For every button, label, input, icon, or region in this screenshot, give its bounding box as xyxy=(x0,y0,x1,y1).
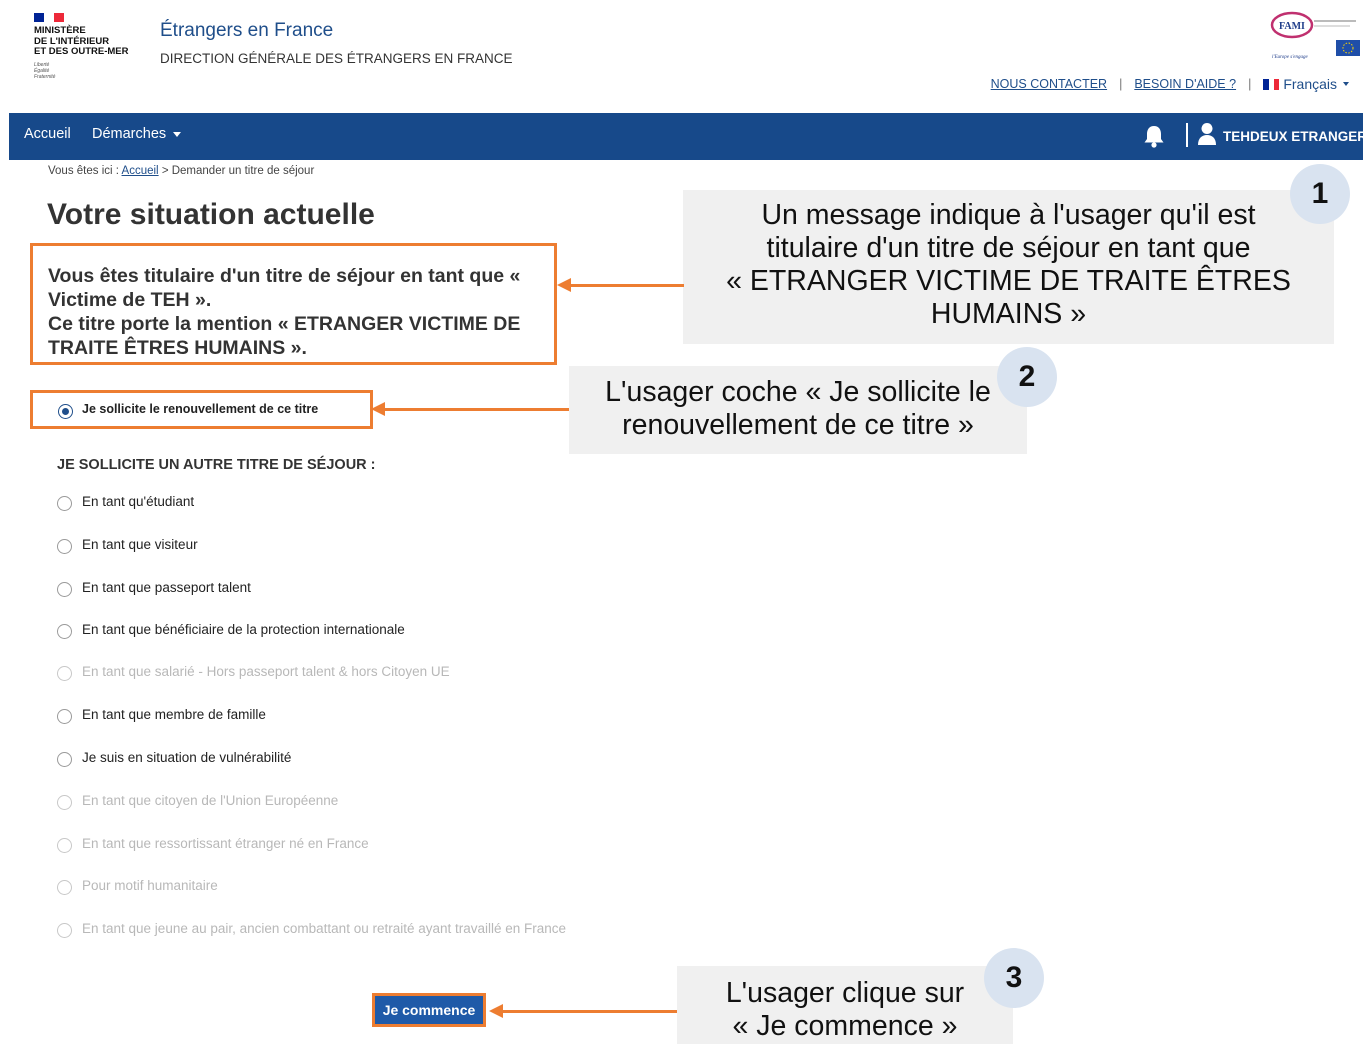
ministry-line: MINISTÈRE xyxy=(34,25,86,36)
motto-line: Fraternité xyxy=(34,74,56,80)
breadcrumb: Vous êtes ici : Accueil > Demander un ti… xyxy=(48,165,314,177)
callout-line: L'usager clique sur xyxy=(725,977,965,1009)
arrow-head-icon xyxy=(371,402,385,416)
step-badge: 2 xyxy=(997,347,1057,407)
arrow-head-icon xyxy=(489,1004,503,1018)
arrow-head-icon xyxy=(557,278,571,292)
breadcrumb-prefix: Vous êtes ici : xyxy=(48,165,119,177)
bell-icon[interactable] xyxy=(1141,123,1167,149)
language-selector[interactable]: Français xyxy=(1263,76,1349,92)
message-line: Victime de TEH ». xyxy=(48,289,212,311)
step-badge: 1 xyxy=(1290,164,1350,224)
annotation-callout: L'usager clique sur « Je commence » xyxy=(677,966,1013,1044)
option-radio[interactable] xyxy=(57,709,72,724)
breadcrumb-separator: > xyxy=(161,165,169,177)
top-links: NOUS CONTACTER | BESOIN D'AIDE ? | Franç… xyxy=(991,76,1349,92)
user-account-menu[interactable]: TEHDEUX ETRANGER xyxy=(1223,129,1363,144)
option-radio xyxy=(57,923,72,938)
option-radio[interactable] xyxy=(57,752,72,767)
user-icon xyxy=(1198,123,1216,145)
annotation-callout: Un message indique à l'usager qu'il est … xyxy=(683,190,1334,344)
option-label: En tant que jeune au pair, ancien combat… xyxy=(82,921,567,936)
option-radio[interactable] xyxy=(57,624,72,639)
french-flag-icon xyxy=(34,13,64,22)
callout-line: HUMAINS » xyxy=(930,298,1087,330)
site-title[interactable]: Étrangers en France xyxy=(160,20,333,42)
option-label[interactable]: En tant que passeport talent xyxy=(82,580,251,595)
option-radio[interactable] xyxy=(57,496,72,511)
callout-line: « ETRANGER VICTIME DE TRAITE ÊTRES xyxy=(726,265,1291,297)
fami-logo-text: FAMI xyxy=(1279,21,1305,32)
message-line: TRAITE ÊTRES HUMAINS ». xyxy=(48,337,307,359)
caret-down-icon xyxy=(173,131,182,137)
main-navbar: Accueil Démarches TEHDEUX ETRANGER xyxy=(9,113,1363,160)
arrow-line xyxy=(502,1010,677,1013)
nav-procedures-label: Démarches xyxy=(92,126,167,142)
option-radio xyxy=(57,880,72,895)
nav-divider xyxy=(1186,123,1188,147)
separator: | xyxy=(1248,77,1252,91)
nav-procedures-menu[interactable]: Démarches xyxy=(92,126,182,142)
site-subtitle: DIRECTION GÉNÉRALE DES ÉTRANGERS EN FRAN… xyxy=(160,51,513,66)
nav-home[interactable]: Accueil xyxy=(24,126,71,142)
help-link[interactable]: BESOIN D'AIDE ? xyxy=(1134,77,1236,91)
option-label: En tant que salarié - Hors passeport tal… xyxy=(82,664,450,679)
separator: | xyxy=(1119,77,1123,91)
option-radio[interactable] xyxy=(57,539,72,554)
step-badge: 3 xyxy=(984,948,1044,1008)
option-label[interactable]: En tant que bénéficiaire de la protectio… xyxy=(82,622,405,637)
option-radio xyxy=(57,795,72,810)
page-title: Votre situation actuelle xyxy=(47,198,375,231)
contact-link[interactable]: NOUS CONTACTER xyxy=(991,77,1107,91)
ministry-logo[interactable]: MINISTÈRE DE L'INTÉRIEUR ET DES OUTRE-ME… xyxy=(34,25,129,58)
callout-line: « Je commence » xyxy=(732,1010,958,1042)
renewal-radio[interactable] xyxy=(58,404,73,419)
message-line: Ce titre porte la mention « ETRANGER VIC… xyxy=(48,313,521,335)
message-line: Vous êtes titulaire d'un titre de séjour… xyxy=(48,265,521,287)
arrow-line xyxy=(570,284,684,287)
option-radio xyxy=(57,838,72,853)
status-message: Vous êtes titulaire d'un titre de séjour… xyxy=(48,264,553,360)
breadcrumb-current: Demander un titre de séjour xyxy=(171,165,315,177)
option-label: Pour motif humanitaire xyxy=(82,878,218,893)
arrow-line xyxy=(384,408,569,411)
callout-line: Un message indique à l'usager qu'il est xyxy=(761,199,1256,231)
language-label: Français xyxy=(1283,76,1337,92)
option-radio xyxy=(57,666,72,681)
renewal-option-label[interactable]: Je sollicite le renouvellement de ce tit… xyxy=(82,402,318,416)
callout-line: renouvellement de ce titre » xyxy=(622,409,974,441)
option-label[interactable]: En tant qu'étudiant xyxy=(82,494,194,509)
callout-line: titulaire d'un titre de séjour en tant q… xyxy=(766,232,1251,264)
option-radio[interactable] xyxy=(57,582,72,597)
callout-line: L'usager coche « Je sollicite le xyxy=(605,376,991,408)
option-label[interactable]: En tant que visiteur xyxy=(82,537,198,552)
other-permit-section-title: JE SOLLICITE UN AUTRE TITRE DE SÉJOUR : xyxy=(57,457,376,473)
french-flag-icon xyxy=(1263,78,1280,90)
option-label[interactable]: En tant que membre de famille xyxy=(82,707,266,722)
ministry-line: ET DES OUTRE-MER xyxy=(34,46,129,57)
breadcrumb-home-link[interactable]: Accueil xyxy=(122,165,159,177)
annotation-callout: L'usager coche « Je sollicite le renouve… xyxy=(569,366,1027,454)
option-label: En tant que ressortissant étranger né en… xyxy=(82,836,369,851)
fami-eu-logo: FAMI l'Europe s'engage xyxy=(1270,11,1360,60)
republic-motto: Liberté Égalité Fraternité xyxy=(34,62,55,80)
option-label: En tant que citoyen de l'Union Européenn… xyxy=(82,793,339,808)
start-button[interactable]: Je commence xyxy=(372,993,486,1027)
fami-tagline: l'Europe s'engage xyxy=(1272,55,1308,60)
chevron-down-icon xyxy=(1343,82,1349,86)
option-label[interactable]: Je suis en situation de vulnérabilité xyxy=(82,750,291,765)
